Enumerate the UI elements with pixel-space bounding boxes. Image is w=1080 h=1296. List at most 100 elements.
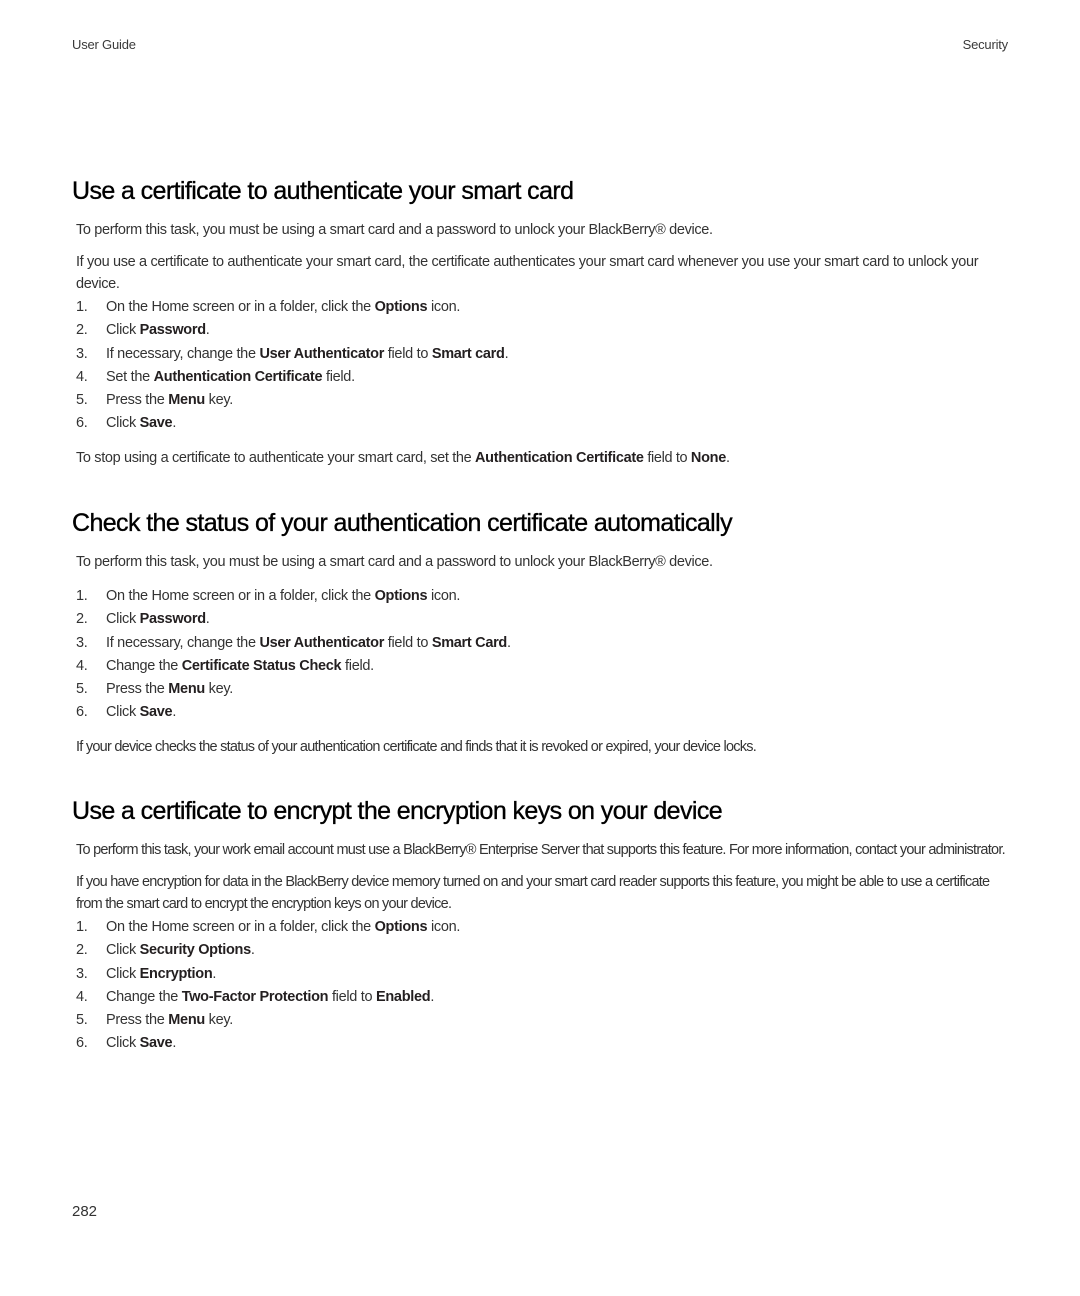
text-run: Press the [106, 392, 169, 409]
step-number: 6. [76, 1035, 88, 1052]
ui-term: Two-Factor Protection [181, 988, 329, 1005]
ui-term: Save [139, 1035, 173, 1052]
ui-term: Encryption [139, 965, 213, 982]
ui-term: Smart Card [431, 634, 507, 651]
text-run: Click [106, 322, 140, 339]
prerequisite-text: To perform this task, your work email ac… [76, 842, 1006, 858]
text-run: Click [106, 942, 140, 959]
text-run: . [250, 942, 255, 959]
step-number: 4. [76, 657, 88, 674]
text-run: . [725, 449, 730, 466]
text-run: Click [106, 415, 140, 432]
text-run: Change the [106, 988, 182, 1005]
text-run: On the Home screen or in a folder, click… [106, 919, 375, 935]
text-run: . [205, 611, 210, 628]
step-item: 4. Change the Two-Factor Protection field… [72, 986, 1012, 1009]
ui-term: Authentication Certificate [153, 368, 323, 385]
text-run: Click [106, 965, 140, 982]
text-run: Set the [106, 368, 154, 385]
step-number: 6. [76, 415, 88, 432]
ui-term: Authentication Certificate [475, 449, 644, 466]
text-run: field to [643, 449, 691, 466]
ui-term: Save [139, 415, 173, 432]
header-doc-title: User Guide [72, 37, 136, 52]
ui-term: Password [139, 611, 206, 628]
step-number: 1. [76, 588, 88, 604]
section-check-certificate-status: Check the status of your authentication … [72, 508, 1012, 758]
step-number: 3. [76, 965, 88, 982]
ui-term: Enabled [376, 988, 431, 1005]
description-text: If you use a certificate to authenticate… [76, 254, 979, 292]
ui-term: Security Options [139, 942, 252, 959]
ui-term: Password [139, 322, 206, 339]
text-run: field. [322, 368, 355, 385]
step-item: 3. If necessary, change the User Authenti… [72, 343, 1012, 366]
text-run: Press the [106, 681, 169, 698]
ui-term: Menu [168, 1012, 205, 1029]
text-run: icon. [427, 588, 461, 604]
header-chapter-title: Security [962, 37, 1009, 52]
step-number: 4. [76, 368, 88, 385]
steps-list: 1. On the Home screen or in a folder, cli… [72, 296, 1012, 436]
note-text: To stop using a certificate to authentic… [72, 447, 1012, 469]
step-item: 3. If necessary, change the User Authenti… [72, 632, 1012, 655]
running-header: User Guide Security [72, 37, 1008, 55]
ui-term: Certificate Status Check [181, 657, 342, 674]
page-number: 282 [72, 1203, 98, 1220]
step-number: 1. [76, 299, 88, 315]
ui-term: Options [374, 299, 428, 315]
step-item: 6. Click Save. [72, 412, 1012, 435]
step-number: 4. [76, 988, 88, 1005]
steps-list: 1. On the Home screen or in a folder, cli… [72, 916, 1012, 1056]
step-item: 5. Press the Menu key. [72, 1009, 1012, 1032]
step-number: 5. [76, 392, 88, 409]
step-item: 6. Click Save. [72, 701, 1012, 724]
text-run: icon. [427, 919, 461, 935]
section-heading: Check the status of your authentication … [72, 509, 733, 537]
ui-term: Menu [168, 681, 205, 698]
step-item: 6. Click Save. [72, 1032, 1012, 1055]
text-run: Click [106, 704, 140, 721]
text-run: . [504, 345, 509, 362]
section-heading: Use a certificate to authenticate your s… [72, 177, 574, 205]
text-run: field. [341, 657, 374, 674]
section-encrypt-encryption-keys: Use a certificate to encrypt the encrypt… [72, 796, 1012, 1056]
step-item: 4. Change the Certificate Status Check fi… [72, 655, 1012, 678]
text-run: On the Home screen or in a folder, click… [106, 588, 375, 604]
text-run: Click [106, 1035, 140, 1052]
step-item: 3. Click Encryption. [72, 963, 1012, 986]
text-run: To stop using a certificate to authentic… [76, 449, 475, 466]
step-item: 1. On the Home screen or in a folder, cli… [72, 916, 1012, 939]
section-authenticate-smart-card: Use a certificate to authenticate your s… [72, 176, 1012, 469]
text-run: Change the [106, 657, 182, 674]
steps-list: 1. On the Home screen or in a folder, cli… [72, 585, 1012, 725]
text-run: . [507, 634, 511, 651]
section-heading: Use a certificate to encrypt the encrypt… [72, 797, 723, 825]
ui-term: Save [139, 704, 173, 721]
text-run: If necessary, change the [106, 345, 260, 362]
text-run: . [172, 415, 177, 432]
step-item: 5. Press the Menu key. [72, 678, 1012, 701]
step-item: 2. Click Password. [72, 319, 1012, 342]
text-run: If necessary, change the [106, 634, 260, 651]
text-run: . [430, 988, 435, 1005]
ui-term: User Authenticator [259, 634, 385, 651]
text-run: field to [384, 634, 432, 651]
step-number: 3. [76, 345, 88, 362]
step-number: 5. [76, 1012, 88, 1029]
text-run: key. [204, 1012, 234, 1029]
text-run: . [212, 965, 217, 982]
step-number: 3. [76, 634, 88, 651]
text-run: field to [384, 345, 432, 362]
step-item: 1. On the Home screen or in a folder, cli… [72, 296, 1012, 319]
ui-term: Menu [168, 392, 205, 409]
ui-term: User Authenticator [259, 345, 385, 362]
ui-term: Smart card [431, 345, 505, 362]
description-text: If you have encryption for data in the B… [76, 874, 990, 912]
text-run: icon. [427, 299, 461, 315]
text-run: . [205, 322, 210, 339]
ui-term: Options [374, 588, 428, 604]
text-run: . [172, 1035, 177, 1052]
text-run: key. [204, 681, 234, 698]
text-run: field to [328, 988, 376, 1005]
